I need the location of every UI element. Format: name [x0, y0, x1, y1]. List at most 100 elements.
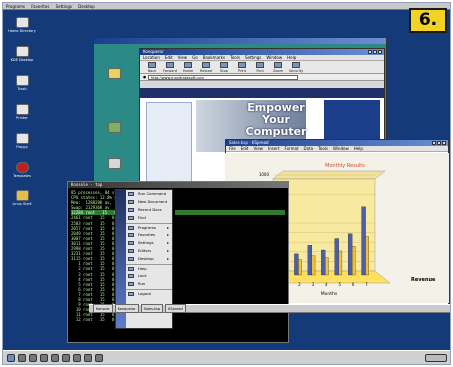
browser-toolbar: Back Forward Home Reload Stop Print Find… [140, 61, 384, 74]
kde-desktop-icon[interactable]: KDE Desktop [6, 46, 38, 62]
process-row: 12 root 15 0 0.0 0.0 top [71, 317, 151, 323]
help-launcher-icon[interactable] [73, 353, 81, 362]
shell-desktop-icon[interactable]: Linux Shell [6, 190, 38, 206]
menu-item-lock[interactable]: Lock [126, 272, 172, 280]
reload-button[interactable]: Reload [197, 61, 215, 73]
recent-icon [128, 208, 134, 212]
templates-icon [15, 162, 29, 173]
menu-item-new-document[interactable]: New Document [126, 198, 172, 206]
folder-icon-1[interactable] [98, 68, 130, 79]
menu-settings[interactable]: Settings [245, 55, 261, 60]
print-button[interactable]: Print [233, 61, 251, 73]
favorites-icon [128, 233, 134, 237]
menu-item-programs[interactable]: Programs ▸ [126, 223, 172, 231]
office-launcher-icon[interactable] [84, 353, 92, 362]
menu-go[interactable]: Go [192, 55, 198, 60]
find-icon [128, 216, 134, 220]
forward-button[interactable]: Forward [161, 61, 179, 73]
back-button[interactable]: Back [143, 61, 161, 73]
printer-desktop-icon[interactable]: Printer [6, 104, 38, 120]
floppy-icon [15, 133, 29, 144]
menu-item-logout[interactable]: Logout [126, 289, 172, 297]
close-icon[interactable] [378, 50, 382, 54]
menu-item-editors[interactable]: Editors ▸ [126, 247, 172, 255]
menu-item-run-command[interactable]: Run Command [126, 190, 172, 198]
trash-desktop-icon[interactable]: Trash [6, 75, 38, 91]
browser-launcher-icon[interactable] [29, 353, 37, 362]
k-menu-icon[interactable] [7, 353, 15, 362]
y-tick-label: 1000 [259, 172, 270, 177]
zoom-icon [274, 61, 282, 68]
run-icon [128, 282, 134, 286]
trash-icon [15, 75, 29, 86]
url-input[interactable]: http://www.mandrakesoft.com [148, 74, 299, 80]
menu-desktop[interactable]: Desktop [78, 4, 95, 9]
gear-icon [128, 241, 134, 245]
menu-item-desktop[interactable]: Desktop ▸ [126, 255, 172, 263]
maximize-icon[interactable] [437, 141, 441, 145]
security-button[interactable]: Security [287, 61, 305, 73]
home-button[interactable]: Home [179, 61, 197, 73]
menu-programs[interactable]: Programs [6, 4, 25, 9]
file-manager-title [94, 38, 386, 44]
task-sales[interactable]: Sales.ksp [140, 304, 164, 313]
minimize-icon[interactable] [432, 141, 436, 145]
window-controls [431, 141, 446, 146]
menu-tools[interactable]: Tools [230, 55, 240, 60]
minimize-icon[interactable] [368, 50, 372, 54]
task-konqueror[interactable]: Konqueror [114, 304, 139, 313]
x-tick-label: 3 [312, 282, 315, 287]
print-icon [238, 61, 246, 68]
editor-launcher-icon[interactable] [51, 353, 59, 362]
menu-settings[interactable]: Settings [56, 4, 72, 9]
menu-help[interactable]: Help [287, 55, 296, 60]
bar-revenue-2 [294, 253, 299, 276]
menu-item-recent-docs[interactable]: Recent Docs [126, 206, 172, 214]
chevron-right-icon: ▸ [167, 232, 169, 237]
clock-icon [425, 353, 447, 362]
document-icon [128, 200, 134, 204]
help-icon [128, 267, 134, 271]
editor-icon [128, 249, 134, 253]
menu-edit[interactable]: Edit [165, 55, 173, 60]
lock-icon [128, 274, 134, 278]
menu-item-settings[interactable]: Settings ▸ [126, 239, 172, 247]
floppy-desktop-icon[interactable]: Floppy [6, 133, 38, 149]
back-icon [148, 61, 156, 68]
close-icon[interactable] [442, 141, 446, 145]
home-desktop-icon[interactable]: Home Directory [6, 17, 38, 33]
folder-icon-2[interactable] [98, 122, 130, 133]
desktop: Programs Favorites Settings Desktop 6. H… [2, 2, 451, 365]
menu-item-run[interactable]: Run [126, 280, 172, 288]
top-menubar: Programs Favorites Settings Desktop [3, 3, 450, 10]
menu-view[interactable]: View [178, 55, 188, 60]
desktop-icon [128, 257, 134, 261]
bar-revenue-3 [307, 245, 313, 276]
settings-launcher-icon[interactable] [62, 353, 70, 362]
menu-item-help[interactable]: Help [126, 264, 172, 272]
menu-item-favorites[interactable]: Favorites ▸ [126, 231, 172, 239]
legend-revenue: Revenue [411, 277, 436, 283]
menu-location[interactable]: Location [143, 55, 160, 60]
stop-button[interactable]: Stop [215, 61, 233, 73]
task-konsole[interactable]: Konsole [93, 304, 113, 313]
document-icon [107, 122, 121, 133]
task-kspread[interactable]: KSpread [165, 304, 186, 313]
find-button[interactable]: Find [251, 61, 269, 73]
home-launcher-icon[interactable] [95, 353, 103, 362]
menu-window[interactable]: Window [266, 55, 282, 60]
window-controls [367, 50, 382, 55]
x-tick-label: 4 [325, 282, 328, 287]
zoom-button[interactable]: Zoom [269, 61, 287, 73]
menu-bookmarks[interactable]: Bookmarks [203, 55, 225, 60]
shell-icon [15, 190, 29, 201]
x-tick-label: 5 [338, 282, 341, 287]
terminal-launcher-icon[interactable] [18, 353, 26, 362]
maximize-icon[interactable] [373, 50, 377, 54]
security-icon [292, 61, 300, 68]
mail-launcher-icon[interactable] [40, 353, 48, 362]
templates-desktop-icon[interactable]: Templates [6, 162, 38, 178]
folder-icon-3[interactable] [98, 158, 130, 169]
menu-favorites[interactable]: Favorites [31, 4, 49, 9]
menu-item-find[interactable]: Find [126, 214, 172, 222]
